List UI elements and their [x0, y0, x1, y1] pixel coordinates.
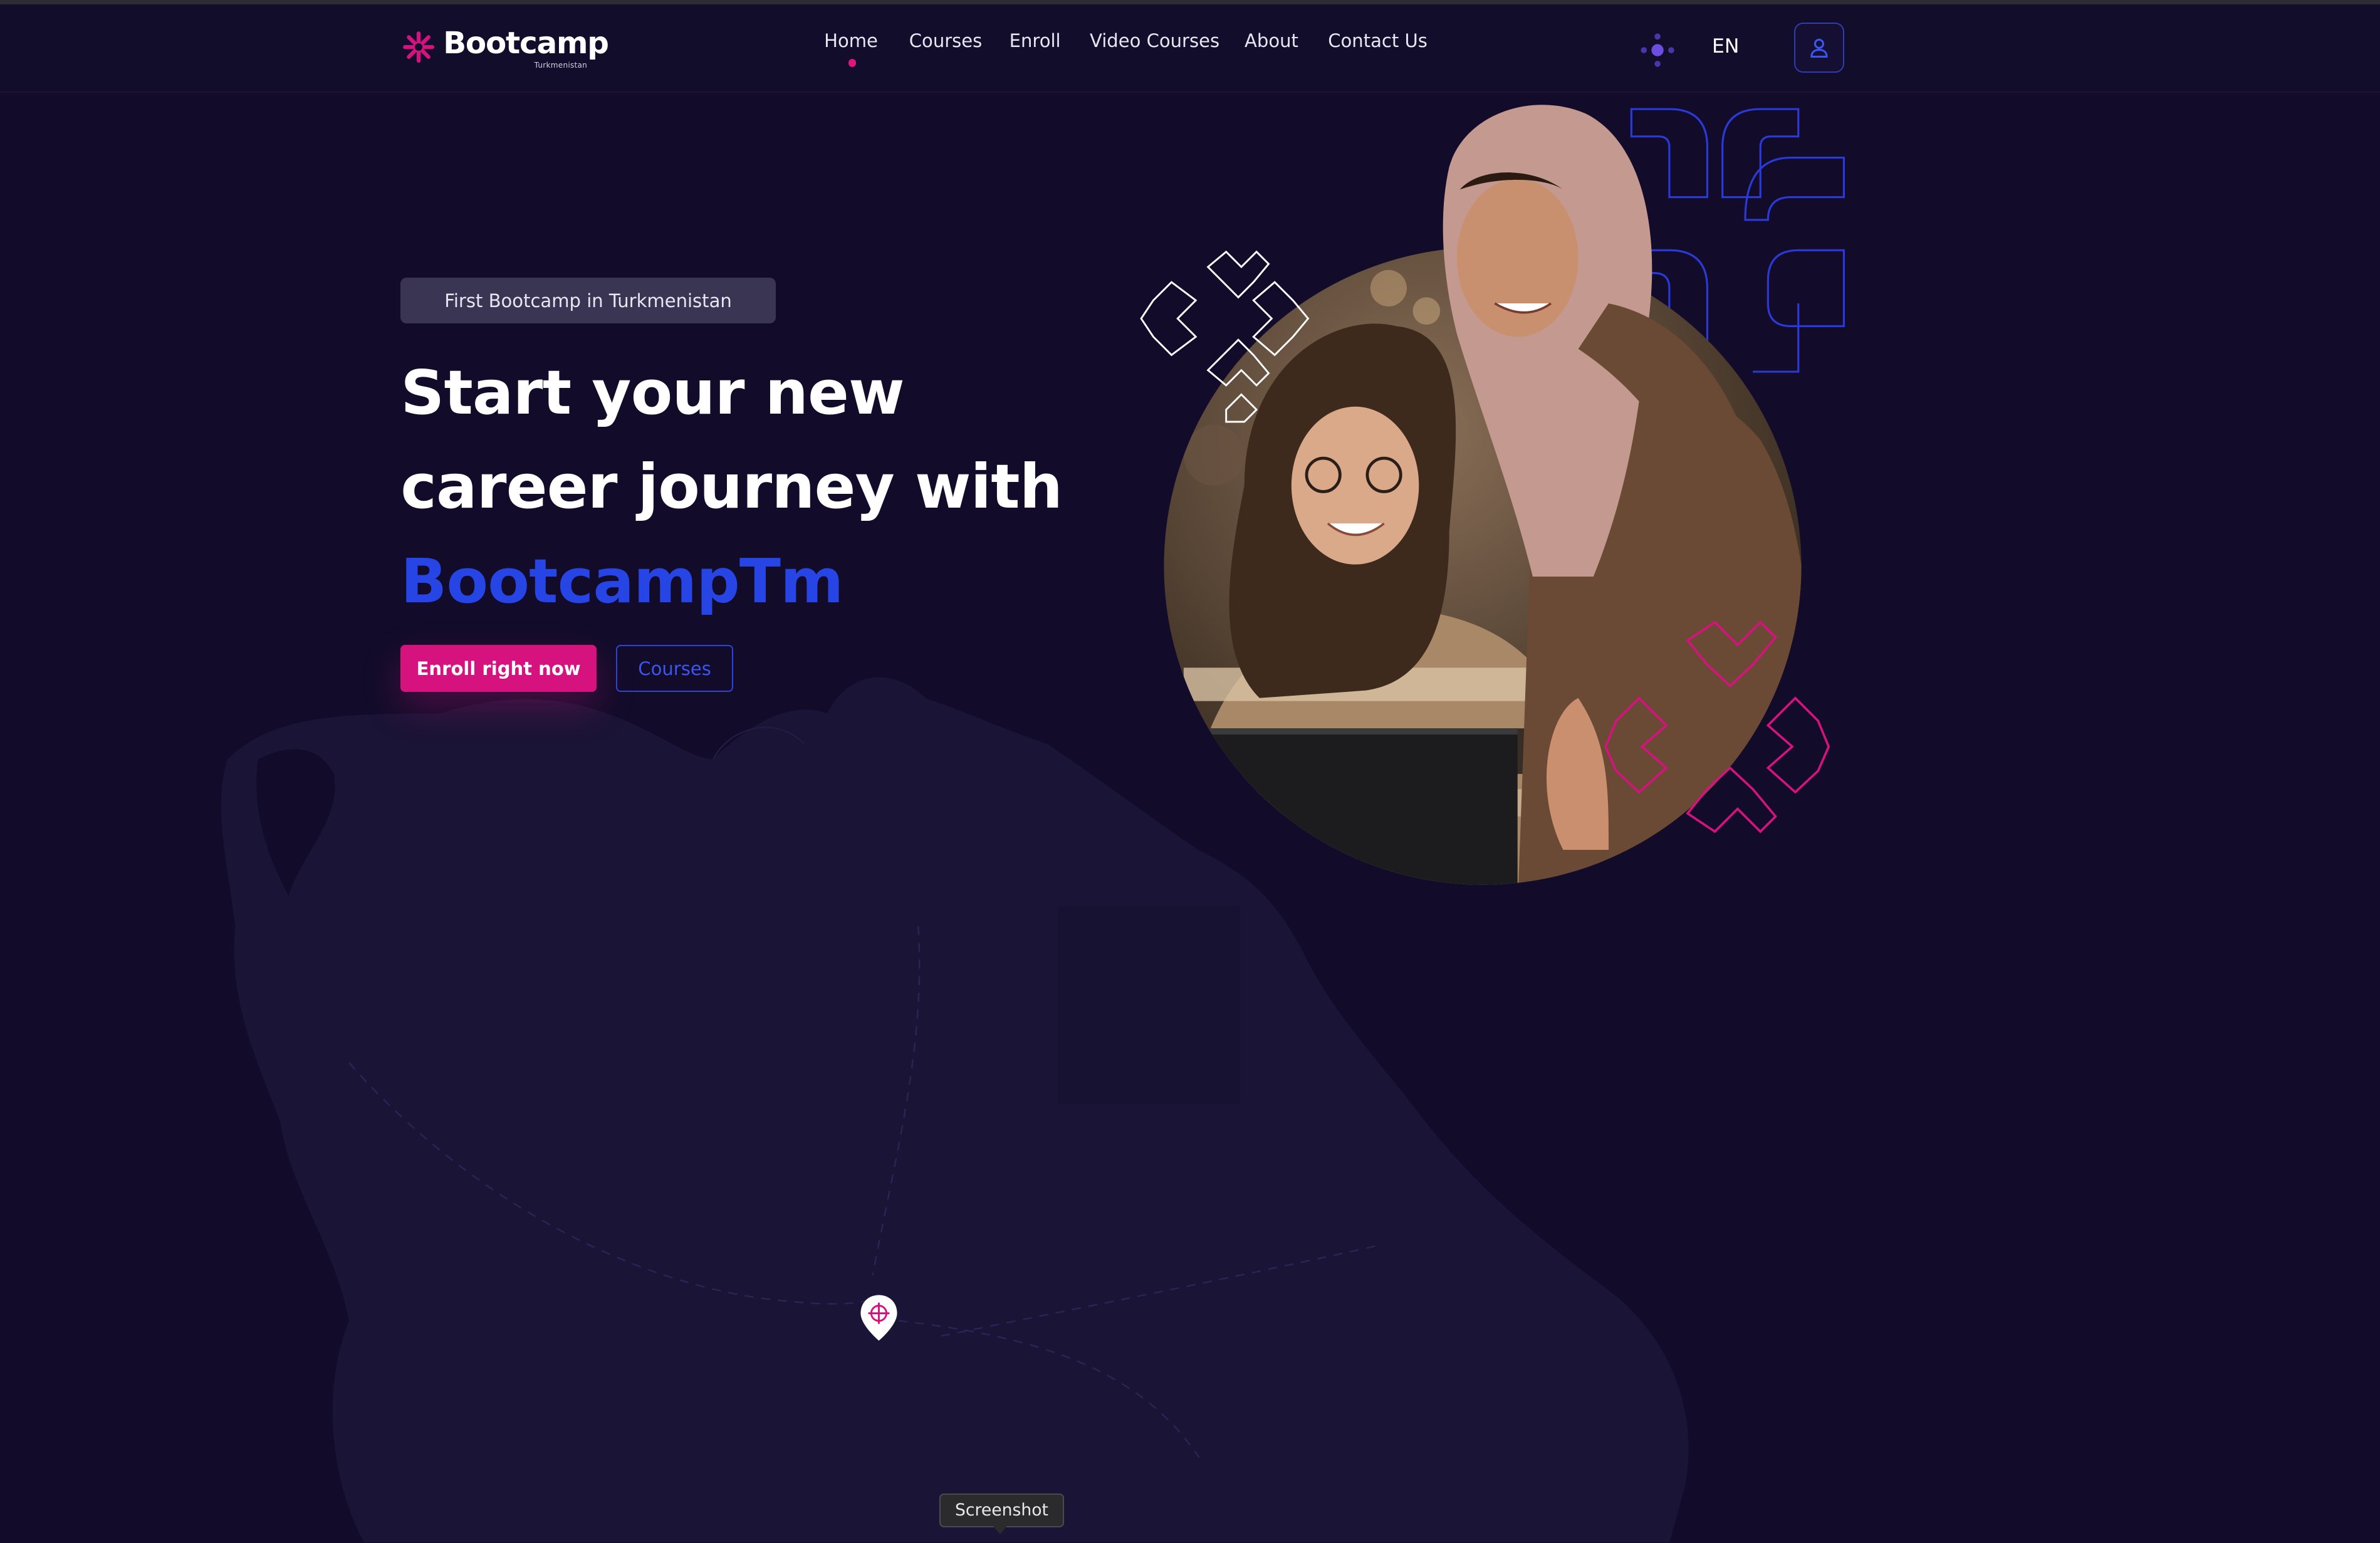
nav-link-enroll[interactable]: Enroll	[1010, 30, 1061, 51]
top-navbar: Bootcamp Turkmenistan Home Courses Enrol…	[0, 4, 2380, 93]
hero-title: Start your new career journey with Bootc…	[400, 346, 1129, 628]
user-account-button[interactable]	[1793, 23, 1844, 73]
hero-title-brand: BootcampTm	[400, 545, 843, 617]
logo-mark-icon	[403, 31, 435, 63]
location-pin-icon[interactable]	[859, 1294, 899, 1342]
courses-button[interactable]: Courses	[616, 645, 733, 693]
logo-text: Bootcamp	[443, 26, 609, 61]
window-top-border	[0, 0, 2380, 5]
hero-title-line-1: Start your new	[400, 357, 904, 429]
active-nav-indicator	[848, 59, 856, 67]
nav-link-video-courses[interactable]: Video Courses	[1090, 30, 1219, 51]
language-selector[interactable]: EN	[1712, 35, 1739, 58]
screenshot-tooltip: Screenshot	[939, 1493, 1064, 1527]
logo-subtitle: Turkmenistan	[534, 60, 588, 70]
hero-image	[1140, 105, 1845, 886]
nav-link-courses[interactable]: Courses	[909, 30, 983, 51]
enroll-now-button[interactable]: Enroll right now	[400, 645, 597, 693]
user-icon	[1810, 39, 1828, 58]
nav-link-about[interactable]: About	[1245, 30, 1298, 51]
nav-link-home[interactable]: Home	[824, 30, 878, 51]
nav-link-contact-us[interactable]: Contact Us	[1328, 30, 1427, 51]
tooltip-arrow	[992, 1525, 1008, 1534]
bootcamp-logo[interactable]: Bootcamp Turkmenistan	[400, 26, 628, 77]
hero-title-line-2: career journey with	[400, 451, 1063, 523]
theme-toggle-icon[interactable]	[1639, 32, 1676, 68]
hero-badge: First Bootcamp in Turkmenistan	[400, 278, 776, 323]
